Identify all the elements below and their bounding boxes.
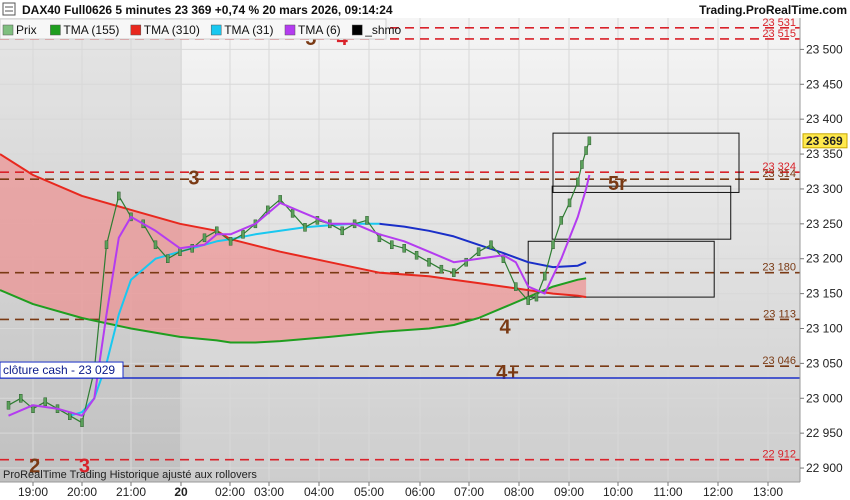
legend-label: _shmo: [364, 23, 401, 37]
price-candle: [439, 264, 444, 274]
legend-label: TMA (31): [224, 23, 273, 37]
price-candle: [414, 250, 419, 260]
price-candle: [6, 400, 11, 410]
y-tick-label: 23 200: [806, 252, 843, 266]
footer-note: ProRealTime Trading Historique ajusté au…: [3, 469, 257, 481]
x-tick-label: 11:00: [653, 485, 682, 499]
price-candle: [576, 177, 580, 187]
price-candle: [153, 240, 158, 250]
x-tick-label: 07:00: [454, 485, 484, 499]
chart-menu-icon[interactable]: [2, 2, 16, 16]
price-candle: [80, 418, 84, 427]
legend-swatch: [351, 24, 363, 36]
legend-swatch: [50, 24, 61, 36]
price-candle: [365, 216, 369, 225]
wave-label: 4+: [496, 362, 519, 384]
price-candle: [534, 292, 539, 302]
y-tick-label: 23 050: [806, 356, 843, 370]
legend-swatch: [2, 24, 14, 36]
legend-label: TMA (6): [298, 23, 341, 37]
price-candle: [402, 244, 406, 253]
price-candle: [587, 136, 592, 146]
y-tick-label: 23 350: [806, 147, 843, 161]
y-tick-label: 23 500: [806, 42, 843, 56]
wave-label: 3: [188, 167, 199, 189]
x-tick-label: 03:00: [254, 485, 284, 499]
x-tick-label: 20: [174, 485, 188, 499]
wave-label: 4: [499, 317, 511, 339]
legend: Prix TMA (155) TMA (310) TMA (31) TMA (6) _sh…: [0, 18, 402, 40]
wave-label: 5r: [608, 173, 627, 195]
price-candle: [166, 254, 170, 263]
price-candle: [340, 226, 344, 236]
x-tick-label: 02:00: [215, 485, 245, 499]
price-candle: [452, 268, 456, 277]
site-name[interactable]: Trading.ProRealTime.com: [699, 3, 847, 17]
price-candle: [427, 257, 431, 267]
price-candle: [228, 237, 233, 246]
y-tick-label: 23 250: [806, 217, 843, 231]
price-candle: [542, 271, 547, 281]
price-candle: [241, 230, 245, 239]
price-candle: [290, 209, 295, 218]
legend-swatch: [210, 24, 222, 36]
price-candle: [43, 397, 47, 407]
legend-swatch: [284, 24, 296, 36]
y-tick-label: 23 100: [806, 321, 843, 335]
price-candle: [104, 240, 109, 250]
price-candle: [514, 282, 518, 291]
level-label: 23 113: [763, 308, 796, 320]
price-chart[interactable]: 23 53123 51523 32423 31423 18023 11323 0…: [0, 0, 850, 500]
y-tick-label: 23 400: [806, 112, 843, 126]
y-tick-label: 23 000: [806, 391, 843, 405]
x-tick-label: 20:00: [67, 485, 97, 499]
price-candle: [584, 146, 588, 155]
level-label: 23 515: [762, 28, 796, 40]
price-candle: [19, 394, 23, 403]
y-tick-label: 23 150: [806, 287, 843, 301]
level-label: 23 314: [762, 168, 796, 180]
x-tick-label: 08:00: [504, 485, 534, 499]
price-candle: [202, 233, 207, 243]
x-tick-label: 06:00: [405, 485, 435, 499]
price-candle: [117, 191, 121, 201]
y-tick-label: 22 900: [806, 461, 843, 475]
x-tick-label: 09:00: [554, 485, 584, 499]
chart-window: 23 531 23 515 23 324 23 314 23 180 23 113 23 0…: [0, 0, 850, 500]
x-tick-label: 21:00: [116, 485, 146, 499]
x-tick-label: 13:00: [753, 485, 783, 499]
level-label: 22 912: [762, 449, 796, 461]
legend-label: TMA (155): [63, 23, 119, 37]
x-tick-label: 04:00: [304, 485, 334, 499]
x-tick-label: 12:00: [703, 485, 733, 499]
x-tick-label: 19:00: [18, 485, 48, 499]
price-candle: [476, 247, 481, 256]
y-tick-label: 23 300: [806, 182, 843, 196]
chart-title: DAX40 Full0626 5 minutes 23 369 +0,74 % …: [22, 3, 393, 17]
price-candle: [580, 160, 584, 169]
price-candle: [489, 240, 493, 250]
price-candle: [526, 296, 530, 305]
legend-label: Prix: [16, 23, 37, 37]
price-candle: [303, 223, 307, 232]
cash-close-label: clôture cash - 23 029: [3, 363, 115, 377]
level-label: 23 180: [762, 262, 796, 274]
y-tick-label: 22 950: [806, 426, 843, 440]
level-label: 23 046: [762, 355, 796, 367]
x-tick-label: 05:00: [354, 485, 384, 499]
legend-label: TMA (310): [144, 23, 200, 37]
price-candle: [559, 216, 564, 225]
price-candle: [567, 198, 572, 208]
x-tick-label: 10:00: [603, 485, 633, 499]
y-tick-label: 23 450: [806, 77, 843, 91]
price-candle: [390, 240, 394, 250]
last-price-label: 23 369: [806, 134, 843, 148]
legend-swatch: [130, 24, 142, 36]
price-candle: [551, 240, 555, 250]
